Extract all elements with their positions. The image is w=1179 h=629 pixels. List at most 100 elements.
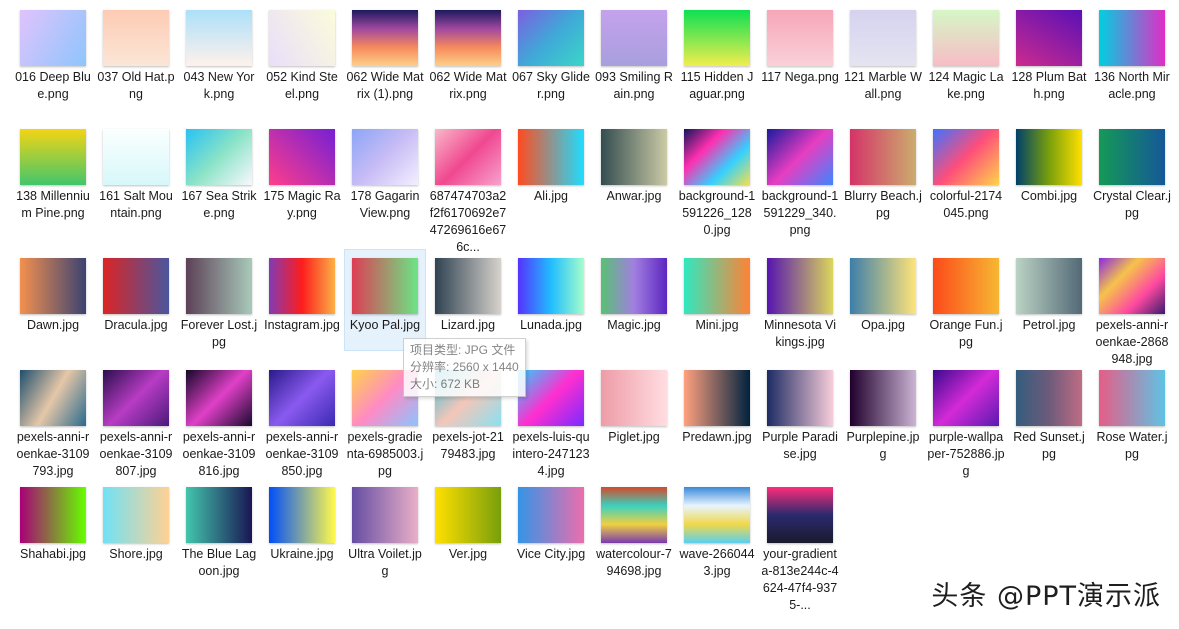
file-item[interactable]: 124 Magic Lake.png <box>926 2 1006 103</box>
file-item[interactable]: Ver.jpg <box>428 479 508 563</box>
file-item[interactable]: 167 Sea Strike.png <box>179 121 259 222</box>
file-item[interactable]: Purple Paradise.jpg <box>760 362 840 463</box>
file-thumbnail <box>103 10 169 66</box>
file-item[interactable]: 175 Magic Ray.png <box>262 121 342 222</box>
file-thumbnail <box>933 10 999 66</box>
file-thumbnail <box>767 129 833 185</box>
file-item[interactable]: Orange Fun.jpg <box>926 250 1006 351</box>
file-name: watercolour-794698.jpg <box>596 547 672 578</box>
file-thumbnail <box>20 487 86 543</box>
file-item[interactable]: 052 Kind Steel.png <box>262 2 342 103</box>
file-item[interactable]: colorful-2174045.png <box>926 121 1006 222</box>
file-item[interactable]: Purplepine.jpg <box>843 362 923 463</box>
file-item[interactable]: pexels-anni-roenkae-3109816.jpg <box>179 362 259 480</box>
file-name: Lunada.jpg <box>520 318 582 332</box>
file-item[interactable]: Crystal Clear.jpg <box>1092 121 1172 222</box>
file-item[interactable]: your-gradienta-813e244c-4624-47f4-9375-.… <box>760 479 840 614</box>
file-item[interactable]: 117 Nega.png <box>760 2 840 86</box>
file-name: 043 New York.png <box>183 70 255 101</box>
file-name: pexels-gradienta-6985003.jpg <box>346 430 424 478</box>
file-thumbnail <box>20 10 86 66</box>
file-thumbnail <box>850 10 916 66</box>
file-item[interactable]: 128 Plum Bath.png <box>1009 2 1089 103</box>
file-item[interactable]: Blurry Beach.jpg <box>843 121 923 222</box>
file-item[interactable]: Opa.jpg <box>843 250 923 334</box>
file-item[interactable]: 037 Old Hat.png <box>96 2 176 103</box>
file-item[interactable]: 687474703a2f2f6170692e747269616e676c... <box>428 121 508 256</box>
file-name: 178 Gagarin View.png <box>350 189 420 220</box>
file-name: Piglet.jpg <box>608 430 660 444</box>
file-thumbnail <box>601 370 667 426</box>
file-item[interactable]: The Blue Lagoon.jpg <box>179 479 259 580</box>
file-item[interactable]: Ali.jpg <box>511 121 591 205</box>
file-grid: 016 Deep Blue.png 037 Old Hat.png 043 New … <box>0 0 1179 629</box>
file-item[interactable]: 043 New York.png <box>179 2 259 103</box>
tooltip-size: 大小: 672 KB <box>410 377 481 391</box>
file-item[interactable]: Predawn.jpg <box>677 362 757 446</box>
file-item[interactable]: 016 Deep Blue.png <box>13 2 93 103</box>
file-name: Vice City.jpg <box>516 547 586 561</box>
file-item[interactable]: Piglet.jpg <box>594 362 674 446</box>
file-thumbnail <box>850 258 916 314</box>
file-name: Ver.jpg <box>448 547 488 561</box>
file-item[interactable]: wave-2660443.jpg <box>677 479 757 580</box>
file-item[interactable]: purple-wallpaper-752886.jpg <box>926 362 1006 480</box>
file-item[interactable]: 115 Hidden Jaguar.png <box>677 2 757 103</box>
file-item[interactable]: watercolour-794698.jpg <box>594 479 674 580</box>
file-name: pexels-luis-quintero-2471234.jpg <box>512 430 590 478</box>
file-thumbnail <box>850 129 916 185</box>
file-name: 016 Deep Blue.png <box>15 70 91 101</box>
file-item[interactable]: Ultra Voilet.jpg <box>345 479 425 580</box>
tooltip-type: 项目类型: JPG 文件 <box>410 343 516 357</box>
file-name: Minnesota Vikings.jpg <box>763 318 837 349</box>
file-item[interactable]: Dawn.jpg <box>13 250 93 334</box>
file-item[interactable]: Lizard.jpg <box>428 250 508 334</box>
file-thumbnail <box>518 487 584 543</box>
file-name: pexels-anni-roenkae-2868948.jpg <box>1095 318 1169 366</box>
file-thumbnail <box>684 10 750 66</box>
file-thumbnail <box>933 370 999 426</box>
file-name: Opa.jpg <box>861 318 905 332</box>
file-item[interactable]: 067 Sky Glider.png <box>511 2 591 103</box>
file-item[interactable]: Shahabi.jpg <box>13 479 93 563</box>
file-item[interactable]: Dracula.jpg <box>96 250 176 334</box>
file-item[interactable]: Minnesota Vikings.jpg <box>760 250 840 351</box>
file-thumbnail <box>352 10 418 66</box>
file-item[interactable]: Kyoo Pal.jpg <box>344 249 426 351</box>
file-item[interactable]: Red Sunset.jpg <box>1009 362 1089 463</box>
file-name: pexels-anni-roenkae-3109816.jpg <box>182 430 256 478</box>
file-thumbnail <box>186 129 252 185</box>
file-item[interactable]: 161 Salt Mountain.png <box>96 121 176 222</box>
file-name: Shore.jpg <box>109 547 163 561</box>
file-item[interactable]: Ukraine.jpg <box>262 479 342 563</box>
file-thumbnail <box>767 10 833 66</box>
file-item[interactable]: background-1591226_1280.jpg <box>677 121 757 239</box>
file-item[interactable]: pexels-anni-roenkae-3109850.jpg <box>262 362 342 480</box>
file-item[interactable]: Mini.jpg <box>677 250 757 334</box>
file-item[interactable]: pexels-anni-roenkae-3109807.jpg <box>96 362 176 480</box>
file-item[interactable]: 136 North Miracle.png <box>1092 2 1172 103</box>
file-item[interactable]: 062 Wide Matrix.png <box>428 2 508 103</box>
file-thumbnail <box>1099 10 1165 66</box>
file-item[interactable]: Shore.jpg <box>96 479 176 563</box>
file-item[interactable]: Vice City.jpg <box>511 479 591 563</box>
file-item[interactable]: Petrol.jpg <box>1009 250 1089 334</box>
file-item[interactable]: Combi.jpg <box>1009 121 1089 205</box>
file-item[interactable]: pexels-anni-roenkae-2868948.jpg <box>1092 250 1172 368</box>
file-thumbnail <box>186 370 252 426</box>
file-item[interactable]: Forever Lost.jpg <box>179 250 259 351</box>
file-item[interactable]: Magic.jpg <box>594 250 674 334</box>
file-thumbnail <box>20 258 86 314</box>
file-item[interactable]: background-1591229_340.png <box>760 121 840 239</box>
file-item[interactable]: pexels-anni-roenkae-3109793.jpg <box>13 362 93 480</box>
file-item[interactable]: 093 Smiling Rain.png <box>594 2 674 103</box>
file-item[interactable]: 138 Millennium Pine.png <box>13 121 93 222</box>
file-item[interactable]: Anwar.jpg <box>594 121 674 205</box>
file-item[interactable]: 178 Gagarin View.png <box>345 121 425 222</box>
file-item[interactable]: Instagram.jpg <box>262 250 342 334</box>
file-item[interactable]: 062 Wide Matrix (1).png <box>345 2 425 103</box>
file-item[interactable]: Lunada.jpg <box>511 250 591 334</box>
file-name: pexels-anni-roenkae-3109793.jpg <box>16 430 90 478</box>
file-item[interactable]: Rose Water.jpg <box>1092 362 1172 463</box>
file-item[interactable]: 121 Marble Wall.png <box>843 2 923 103</box>
